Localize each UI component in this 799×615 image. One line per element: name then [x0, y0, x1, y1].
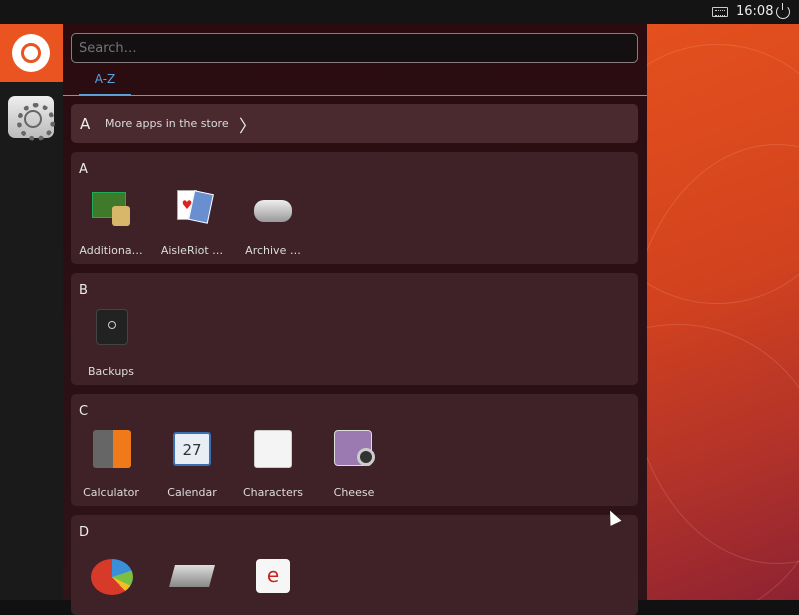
app-disk-usage[interactable] [71, 547, 151, 595]
section-c: C Calculator 27 Calendar Characters Chee… [71, 394, 638, 506]
app-disks[interactable] [152, 547, 232, 593]
drivers-icon [88, 184, 134, 230]
store-label: More apps in the store [105, 117, 229, 130]
section-a: A Additiona… ♥ AisleRiot … Archive … [71, 152, 638, 264]
document-viewer-icon: e [250, 547, 296, 593]
dash-panel: A-Z A More apps in the store 〉 A Additio… [63, 24, 647, 615]
more-apps-store-button[interactable]: A More apps in the store 〉 [71, 104, 638, 143]
disks-icon [169, 547, 215, 593]
app-calendar[interactable]: 27 Calendar [152, 426, 232, 499]
power-icon[interactable] [776, 3, 790, 19]
app-additional-drivers[interactable]: Additiona… [71, 184, 151, 257]
section-d: D e [71, 515, 638, 615]
app-cheese[interactable]: Cheese [314, 426, 394, 499]
section-letter: B [79, 283, 88, 298]
characters-icon [250, 426, 296, 472]
store-icon: A [80, 115, 91, 133]
app-label: Backups [87, 365, 135, 378]
app-backups[interactable]: Backups [71, 305, 151, 378]
desktop-wallpaper [647, 24, 799, 600]
app-label: Cheese [333, 486, 375, 499]
section-letter: D [79, 525, 90, 540]
app-characters[interactable]: Characters [233, 426, 313, 499]
app-label: Calculator [83, 486, 139, 499]
calendar-icon: 27 [169, 426, 215, 472]
settings-icon[interactable] [8, 96, 55, 141]
launcher [0, 24, 63, 600]
section-letter: C [79, 404, 89, 419]
ubuntu-logo-icon [12, 34, 50, 72]
tab-a-z[interactable]: A-Z [79, 72, 131, 96]
app-aisleriot[interactable]: ♥ AisleRiot … [152, 184, 232, 257]
app-label: Calendar [167, 486, 217, 499]
divider [63, 95, 647, 96]
clock[interactable]: 16:08 [736, 4, 773, 19]
keyboard-icon[interactable] [712, 7, 728, 17]
backups-icon [88, 305, 134, 351]
chevron-right-icon: 〉 [239, 117, 256, 137]
archive-icon [250, 184, 296, 230]
app-calculator[interactable]: Calculator [71, 426, 151, 499]
app-document-viewer[interactable]: e [233, 547, 313, 593]
dash-home-button[interactable] [0, 24, 63, 82]
section-letter: A [79, 162, 88, 177]
cheese-icon [331, 426, 377, 472]
app-label: Archive … [245, 244, 301, 257]
app-archive-manager[interactable]: Archive … [233, 184, 313, 257]
top-panel: 16:08 [0, 0, 799, 24]
search-input[interactable] [71, 33, 638, 63]
calculator-icon [88, 426, 134, 472]
section-b: B Backups [71, 273, 638, 385]
app-label: Additiona… [79, 244, 143, 257]
pie-chart-icon [88, 547, 134, 595]
cards-icon: ♥ [169, 184, 215, 230]
app-label: AisleRiot … [160, 244, 224, 257]
app-label: Characters [242, 486, 304, 499]
